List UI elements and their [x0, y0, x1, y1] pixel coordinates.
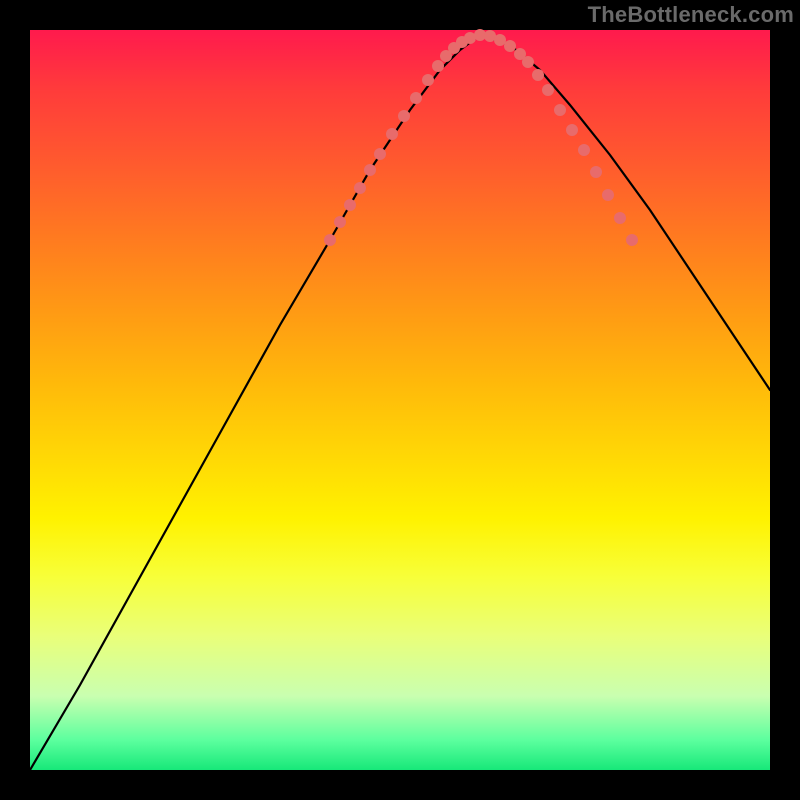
- highlight-dot: [626, 234, 638, 246]
- highlight-dot: [578, 144, 590, 156]
- highlight-dot: [494, 34, 506, 46]
- highlight-dot: [364, 164, 376, 176]
- marker-layer: [324, 29, 638, 246]
- curve-left: [30, 35, 480, 770]
- highlight-dot: [422, 74, 434, 86]
- highlight-dot: [334, 216, 346, 228]
- chart-frame: TheBottleneck.com: [0, 0, 800, 800]
- highlight-dot: [324, 234, 336, 246]
- highlight-dot: [522, 56, 534, 68]
- highlight-dot: [398, 110, 410, 122]
- highlight-dot: [542, 84, 554, 96]
- highlight-dot: [532, 69, 544, 81]
- watermark-text: TheBottleneck.com: [588, 2, 794, 28]
- highlight-dot: [432, 60, 444, 72]
- highlight-dot: [410, 92, 422, 104]
- curve-right: [480, 35, 770, 390]
- highlight-dot: [354, 182, 366, 194]
- highlight-dot: [602, 189, 614, 201]
- highlight-dot: [554, 104, 566, 116]
- curve-svg: [30, 30, 770, 770]
- highlight-dot: [386, 128, 398, 140]
- highlight-dot: [504, 40, 516, 52]
- highlight-dot: [344, 199, 356, 211]
- highlight-dot: [374, 148, 386, 160]
- highlight-dot: [566, 124, 578, 136]
- highlight-dot: [590, 166, 602, 178]
- highlight-dot: [614, 212, 626, 224]
- plot-area: [30, 30, 770, 770]
- curve-layer: [30, 35, 770, 770]
